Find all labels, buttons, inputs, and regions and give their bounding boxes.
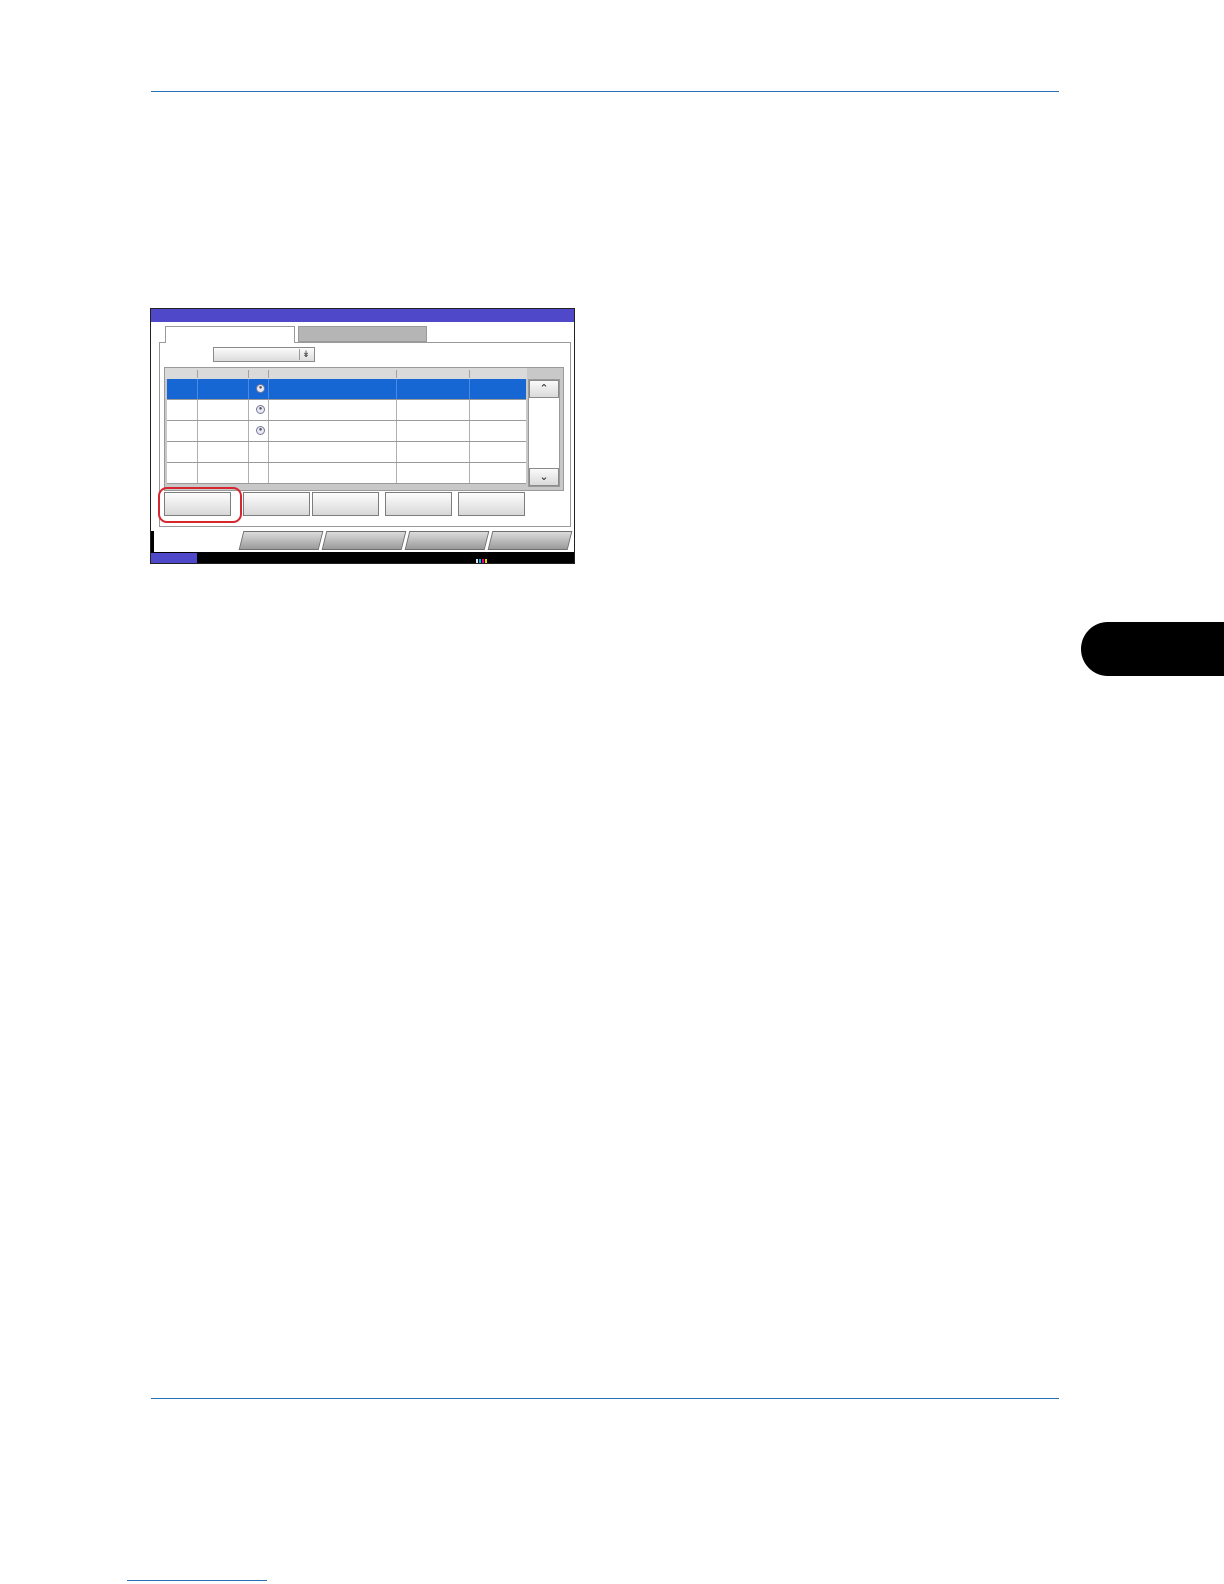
- action-button-3[interactable]: [312, 492, 379, 516]
- panel-left-edge: [151, 531, 154, 553]
- cell-divider: [197, 463, 198, 483]
- tab-primary[interactable]: [165, 326, 295, 343]
- cell-divider: [268, 463, 269, 483]
- status-indicator: [151, 553, 197, 563]
- cell-divider: [469, 379, 470, 399]
- cell-divider: [268, 379, 269, 399]
- cell-divider: [396, 400, 397, 420]
- tab-secondary[interactable]: [298, 326, 427, 342]
- cell-divider: [197, 400, 198, 420]
- cell-divider: [248, 400, 249, 420]
- cell-divider: [469, 400, 470, 420]
- cell-divider: [396, 463, 397, 483]
- chevron-double-down-icon: ↡: [299, 349, 312, 360]
- job-icon: ●: [256, 426, 265, 435]
- list-row[interactable]: ●: [167, 379, 526, 400]
- action-button-4[interactable]: [385, 492, 452, 516]
- cell-divider: [268, 400, 269, 420]
- action-button-2[interactable]: [243, 492, 310, 516]
- cell-divider: [396, 421, 397, 441]
- bottom-tab-4[interactable]: [487, 531, 573, 550]
- bottom-tab-1[interactable]: [238, 531, 324, 550]
- list-row[interactable]: [167, 442, 526, 463]
- cell-divider: [248, 421, 249, 441]
- scroll-column: ⌃ ⌄: [528, 379, 560, 487]
- footer-rule: [151, 1398, 1059, 1399]
- cell-divider: [197, 442, 198, 462]
- bottom-tab-3[interactable]: [404, 531, 490, 550]
- cell-divider: [396, 442, 397, 462]
- cell-divider: [197, 421, 198, 441]
- scroll-up-button[interactable]: ⌃: [529, 380, 559, 398]
- cell-divider: [469, 421, 470, 441]
- cell-divider: [248, 442, 249, 462]
- header-rule: [151, 91, 1059, 92]
- bottom-tab-2[interactable]: [321, 531, 407, 550]
- cell-divider: [396, 379, 397, 399]
- cell-divider: [197, 379, 198, 399]
- status-bar: [151, 552, 574, 563]
- job-icon: ●: [256, 405, 265, 414]
- footer-link-underline: [127, 1580, 267, 1581]
- chapter-tab: [1081, 622, 1224, 676]
- panel-title-bar: [151, 309, 574, 322]
- list-rows: ● ● ●: [167, 379, 526, 484]
- toner-level-icon: [476, 554, 490, 563]
- cell-divider: [268, 421, 269, 441]
- list-header: [165, 368, 527, 379]
- cell-divider: [248, 379, 249, 399]
- cell-divider: [469, 442, 470, 462]
- action-button-1[interactable]: [164, 492, 231, 516]
- operation-panel-screenshot: ↡ ● ● ● ⌃ ⌄: [150, 308, 575, 564]
- cell-divider: [248, 463, 249, 483]
- list-row[interactable]: ●: [167, 400, 526, 421]
- list-row[interactable]: [167, 463, 526, 484]
- action-button-5[interactable]: [458, 492, 525, 516]
- list-row[interactable]: ●: [167, 421, 526, 442]
- cell-divider: [268, 442, 269, 462]
- job-list: ● ● ● ⌃ ⌄: [164, 367, 564, 491]
- filter-dropdown[interactable]: ↡: [213, 347, 315, 362]
- scroll-down-button[interactable]: ⌄: [529, 468, 559, 486]
- cell-divider: [469, 463, 470, 483]
- job-icon: ●: [256, 384, 265, 393]
